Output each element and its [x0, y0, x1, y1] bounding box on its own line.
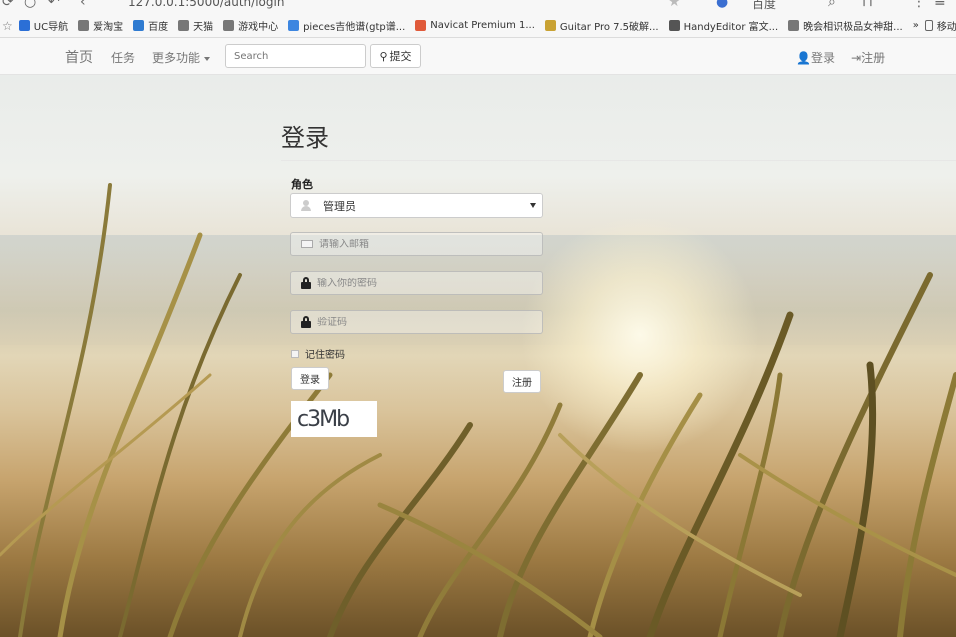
- bookmark-item[interactable]: 晚会相识极品女神甜...: [788, 18, 903, 33]
- bookmark-item[interactable]: Navicat Premium 1...: [415, 18, 535, 33]
- bookmark-item[interactable]: pieces吉他谱(gtp谱...: [288, 18, 405, 33]
- bookmark-label: 天猫: [193, 22, 214, 33]
- bookmark-item[interactable]: 游戏中心: [223, 18, 278, 33]
- sign-in-icon: ⇥: [851, 51, 862, 65]
- mobile-bookmarks[interactable]: 移动设备书签: [924, 18, 956, 33]
- bookmark-label: pieces吉他谱(gtp谱...: [303, 22, 406, 33]
- nav-register[interactable]: ⇥注册: [851, 49, 885, 66]
- email-input[interactable]: [319, 238, 519, 250]
- browser-toolbar: ⟳ ○ ↶ ‹ 127.0.0.1:5000/auth/login ★ ● 百度…: [0, 0, 956, 14]
- password-input[interactable]: [317, 277, 517, 289]
- bookmark-item[interactable]: 百度: [133, 18, 168, 33]
- bookmark-list: UC导航 爱淘宝 百度 天猫 游戏中心 pieces吉他谱(gtp谱... Navicat …: [18, 18, 913, 33]
- checkbox-icon[interactable]: [291, 349, 299, 358]
- role-label: 角色: [291, 178, 313, 191]
- nav-home[interactable]: 首页: [65, 47, 93, 67]
- page-title: 登录: [281, 124, 329, 152]
- bookmark-label: HandyEditor 富文...: [683, 22, 779, 33]
- role-select[interactable]: 管理员: [290, 193, 543, 218]
- undo-icon[interactable]: ↶: [48, 0, 60, 10]
- captcha-input[interactable]: [317, 316, 517, 328]
- captcha-text: c3Mb: [297, 406, 350, 432]
- search-input[interactable]: [225, 44, 366, 68]
- lock-icon: [301, 316, 311, 328]
- refresh-icon[interactable]: ⟳: [2, 0, 14, 10]
- nav-tasks[interactable]: 任务: [111, 49, 135, 66]
- email-field[interactable]: [290, 232, 543, 256]
- title-divider: [281, 160, 956, 161]
- register-button[interactable]: 注册: [503, 370, 541, 393]
- bookmark-favicon-icon: [788, 20, 800, 31]
- home-icon[interactable]: ○: [24, 0, 36, 10]
- caret-down-icon: [204, 56, 211, 61]
- captcha-field[interactable]: [290, 310, 543, 334]
- bookmark-item[interactable]: 爱淘宝: [78, 18, 123, 33]
- bookmark-label: 爱淘宝: [93, 22, 124, 33]
- nav-more-dropdown[interactable]: 更多功能: [152, 49, 211, 66]
- nav-login[interactable]: 👤登录: [796, 49, 835, 66]
- bookmark-label: 游戏中心: [238, 22, 279, 33]
- bookmark-favicon-icon: [223, 20, 235, 31]
- bookmark-item[interactable]: HandyEditor 富文...: [668, 18, 779, 33]
- bookmark-star-icon[interactable]: ☆: [2, 19, 13, 33]
- user-icon: 👤: [796, 51, 811, 65]
- lock-icon: [301, 277, 311, 289]
- bookmark-label: UC导航: [33, 22, 69, 33]
- search-icon[interactable]: ⌕: [828, 0, 836, 10]
- mobile-icon: [924, 20, 933, 31]
- favorite-star-icon[interactable]: ★: [668, 0, 681, 10]
- search-engine-icon[interactable]: ●: [716, 0, 728, 10]
- user-icon: [301, 200, 311, 211]
- captcha-image[interactable]: c3Mb: [291, 401, 377, 437]
- bookmark-favicon-icon: [415, 20, 427, 31]
- address-bar[interactable]: 127.0.0.1:5000/auth/login: [128, 0, 284, 9]
- more-bookmarks-button[interactable]: »: [913, 20, 919, 31]
- remember-label: 记住密码: [305, 350, 345, 361]
- bookmark-favicon-icon: [133, 20, 145, 31]
- bookmark-item[interactable]: 天猫: [178, 18, 213, 33]
- hamburger-icon[interactable]: ≡: [934, 0, 946, 10]
- search-icon: ⚲: [379, 49, 388, 63]
- bookmark-favicon-icon: [544, 20, 556, 31]
- bookmark-favicon-icon: [288, 20, 300, 31]
- submit-button[interactable]: ⚲ 提交: [370, 44, 421, 68]
- navbar: 首页 任务 更多功能 ⚲提交 👤登录 ⇥注册: [0, 38, 956, 75]
- bookmark-favicon-icon: [78, 20, 90, 31]
- bookmark-item[interactable]: UC导航: [18, 18, 69, 33]
- bookmark-favicon-icon: [668, 20, 680, 31]
- bookmark-label: Guitar Pro 7.5破解...: [559, 22, 659, 33]
- back-icon[interactable]: ‹: [80, 0, 86, 10]
- role-select-value: 管理员: [323, 199, 356, 213]
- remember-checkbox[interactable]: 记住密码: [291, 346, 345, 361]
- login-button[interactable]: 登录: [291, 367, 329, 390]
- bookmark-favicon-icon: [18, 20, 30, 31]
- search-engine-name[interactable]: 百度: [752, 0, 776, 12]
- bookmark-favicon-icon: [178, 20, 190, 31]
- bookmark-label: 百度: [148, 22, 169, 33]
- password-field[interactable]: [290, 271, 543, 295]
- bookmark-label: 晚会相识极品女神甜...: [803, 22, 903, 33]
- envelope-icon: [301, 240, 313, 248]
- bookmarks-bar: ☆ UC导航 爱淘宝 百度 天猫 游戏中心 pieces吉他谱(gtp谱... Navica…: [0, 14, 956, 38]
- bookmark-label: Navicat Premium 1...: [430, 20, 535, 31]
- menu-dots-icon[interactable]: ⋮: [912, 0, 926, 10]
- select-arrow-icon: [530, 203, 536, 208]
- bookmark-item[interactable]: Guitar Pro 7.5破解...: [544, 18, 659, 33]
- cart-icon[interactable]: ⊓: [862, 0, 873, 10]
